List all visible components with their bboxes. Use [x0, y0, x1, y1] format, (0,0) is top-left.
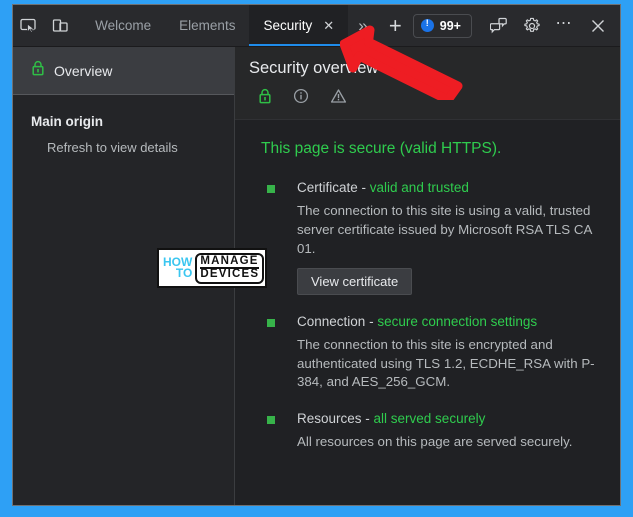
- more-tabs-button[interactable]: »: [348, 5, 378, 46]
- info-icon[interactable]: [293, 88, 309, 109]
- inspect-cursor-icon[interactable]: [13, 5, 44, 46]
- issues-count: 99+: [439, 18, 461, 33]
- sidebar-item-overview[interactable]: Overview: [13, 47, 234, 95]
- gear-icon[interactable]: [515, 5, 548, 47]
- section-status-link[interactable]: all served securely: [374, 411, 486, 426]
- security-content: This page is secure (valid HTTPS). Certi…: [235, 120, 620, 505]
- new-tab-button[interactable]: +: [378, 5, 413, 46]
- section-title: Resources - all served securely: [261, 411, 604, 426]
- close-icon[interactable]: ✕: [323, 19, 334, 32]
- sidebar-item-refresh-hint[interactable]: Refresh to view details: [13, 137, 234, 155]
- status-bullet-icon: [267, 416, 275, 425]
- security-summary-icons: [249, 88, 620, 119]
- status-bullet-icon: [267, 318, 275, 327]
- devtools-window: Welcome Elements Security ✕ » + 99+: [12, 4, 621, 506]
- section-body: The connection to this site is using a v…: [297, 203, 592, 256]
- watermark-left: HOW TO: [163, 255, 195, 280]
- issue-badge-icon: [420, 18, 434, 32]
- tab-label: Elements: [179, 18, 236, 33]
- devtools-tab-bar: Welcome Elements Security ✕ » + 99+: [13, 5, 620, 47]
- watermark-devices: DEVICES: [200, 268, 260, 280]
- section-body: All resources on this page are served se…: [297, 434, 573, 450]
- section-label: Resources: [297, 411, 362, 427]
- section-title: Certificate - valid and trusted: [261, 180, 604, 195]
- sidebar-section-header: Main origin: [31, 114, 103, 129]
- security-main-panel: Security overview This page is secure (v…: [235, 47, 620, 505]
- toolbar-right-group: 99+ ⋯: [412, 5, 620, 47]
- tab-welcome[interactable]: Welcome: [81, 5, 165, 46]
- status-bullet-icon: [267, 185, 275, 193]
- tab-label: Security: [263, 18, 313, 33]
- warning-triangle-icon[interactable]: [330, 88, 347, 109]
- security-section-certificate: Certificate - valid and trusted The conn…: [251, 180, 604, 295]
- device-toolbar-icon[interactable]: [44, 5, 75, 46]
- green-lock-icon: [31, 60, 45, 81]
- page-title: Security overview: [249, 59, 379, 77]
- sidebar-item-label: Overview: [54, 62, 113, 79]
- section-label: Certificate: [297, 180, 358, 195]
- devtools-body: Overview Main origin Refresh to view det…: [13, 47, 620, 505]
- section-separator: -: [357, 180, 370, 195]
- watermark-right: MANAGE DEVICES: [195, 252, 265, 284]
- watermark-to: TO: [175, 266, 193, 280]
- section-body: The connection to this site is encrypted…: [297, 336, 595, 390]
- lock-icon[interactable]: [258, 88, 272, 109]
- tab-security[interactable]: Security ✕: [249, 5, 349, 46]
- more-options-icon[interactable]: ⋯: [548, 5, 581, 47]
- watermark-logo: HOW TO MANAGE DEVICES: [157, 248, 267, 288]
- feedback-chat-icon[interactable]: [482, 5, 515, 47]
- sidebar-section-main-origin: Main origin Refresh to view details: [13, 95, 234, 155]
- security-verdict: This page is secure (valid HTTPS).: [261, 140, 502, 157]
- close-devtools-icon[interactable]: [581, 5, 614, 47]
- screenshot-frame: Welcome Elements Security ✕ » + 99+: [0, 0, 633, 517]
- section-separator: -: [361, 411, 374, 427]
- security-section-resources: Resources - all served securely All reso…: [251, 411, 604, 452]
- security-section-connection: Connection - secure connection settings …: [251, 314, 604, 393]
- security-overview-header: Security overview: [235, 47, 620, 120]
- section-title: Connection - secure connection settings: [261, 314, 604, 329]
- tab-elements[interactable]: Elements: [165, 5, 249, 46]
- section-status-link[interactable]: secure connection settings: [377, 314, 537, 329]
- tab-label: Welcome: [95, 18, 152, 33]
- section-status-link[interactable]: valid and trusted: [370, 180, 469, 195]
- section-label: Connection: [297, 313, 366, 329]
- issues-counter-button[interactable]: 99+: [412, 13, 472, 38]
- view-certificate-button[interactable]: View certificate: [297, 267, 413, 295]
- section-separator: -: [365, 313, 378, 329]
- watermark-manage: MANAGE: [200, 255, 260, 269]
